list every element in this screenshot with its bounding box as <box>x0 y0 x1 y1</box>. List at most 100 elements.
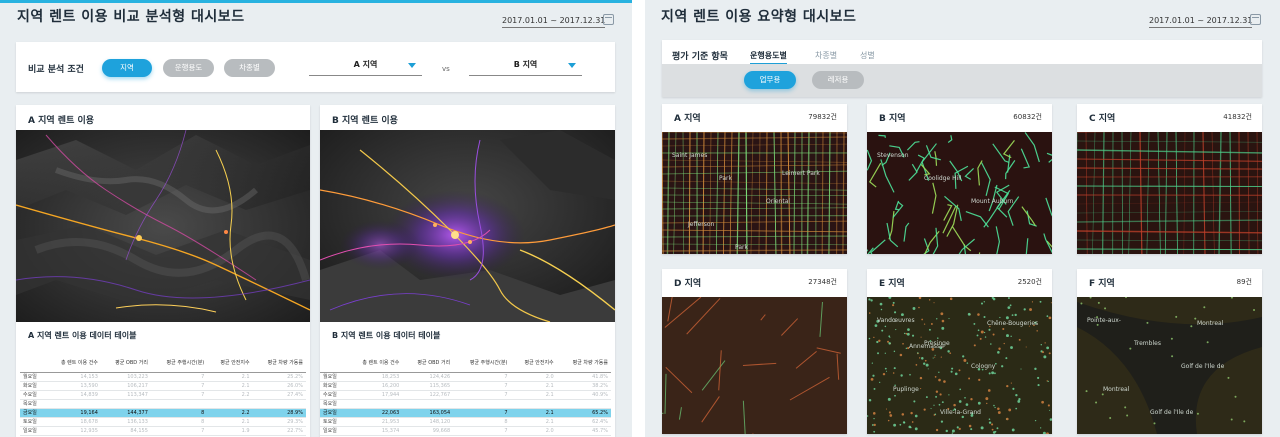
date-range[interactable]: 2017.01.01 ~ 2017.12.31 <box>1149 16 1253 28</box>
calendar-icon[interactable] <box>1250 14 1261 25</box>
col-header-day <box>20 354 46 373</box>
map-place-label: Pointe-aux- <box>1087 317 1121 324</box>
region-card[interactable]: A 지역 79832건 Saint James Park Oriental Jeffe… <box>662 104 847 254</box>
region-name: F 지역 <box>1089 279 1115 289</box>
table-cell: 65.2% <box>556 408 611 418</box>
region-name: A 지역 <box>674 114 701 124</box>
map-place-label: Golf de l'Ile de <box>1181 363 1225 370</box>
table-cell-day: 금요일 <box>20 408 46 418</box>
region-map[interactable]: Vandœuvres Presinge Cologny Puplinge Ville-l… <box>867 297 1052 434</box>
region-map[interactable] <box>662 297 847 434</box>
table-cell <box>556 399 611 409</box>
table-cell-day: 토요일 <box>20 417 46 427</box>
table-cell: 17,944 <box>345 390 403 400</box>
table-cell: 84,155 <box>100 426 151 436</box>
table-row[interactable]: 금요일 19,164 144,377 8 2.2 28.9% <box>20 408 306 418</box>
table-cell: 163,054 <box>402 408 454 418</box>
table-cell <box>150 399 208 409</box>
region-card[interactable]: C 지역 41832건 <box>1077 104 1262 254</box>
table-cell: 41.8% <box>556 372 611 382</box>
table-cell: 113,347 <box>100 390 151 400</box>
table-cell: 22.7% <box>252 426 306 436</box>
table-row[interactable]: 일요일 15,374 99,668 7 2.0 45.7% <box>320 426 611 436</box>
table-cell: 26.0% <box>252 381 306 391</box>
table-row[interactable]: 화요일 16,200 115,365 7 2.1 38.2% <box>320 381 611 391</box>
table-row[interactable]: 월요일 18,253 124,426 7 2.0 41.8% <box>320 372 611 382</box>
table-cell-day: 토요일 <box>320 417 346 427</box>
map-place-label: Jefferson <box>688 221 715 228</box>
map-place-label: Cologny <box>971 363 996 370</box>
table-header-row: 총 렌트 이용 건수 평균 OBD 거리 평균 주행시간(분) 평균 안전지수 … <box>320 354 611 373</box>
region-map[interactable] <box>1077 132 1262 254</box>
region-b-select-value: B 지역 <box>513 60 538 69</box>
table-cell: 136,133 <box>100 417 151 427</box>
table-cell <box>510 399 557 409</box>
region-b-select[interactable]: B 지역 <box>469 58 582 76</box>
region-a-map[interactable] <box>16 130 310 322</box>
table-cell: 1.9 <box>207 426 253 436</box>
table-row[interactable]: 토요일 18,678 136,133 8 2.1 29.3% <box>20 417 306 427</box>
region-a-select[interactable]: A 지역 <box>309 58 422 76</box>
business-use-button[interactable]: 업무용 <box>744 71 796 89</box>
table-cell-day: 목요일 <box>320 399 346 409</box>
region-count: 89건 <box>1236 278 1252 286</box>
table-row[interactable]: 목요일 <box>320 399 611 409</box>
tab-gender[interactable]: 성별 <box>860 50 875 61</box>
table-cell: 13,590 <box>45 381 101 391</box>
table-row[interactable]: 목요일 <box>20 399 306 409</box>
region-b-map[interactable] <box>320 130 615 322</box>
table-cell: 7 <box>150 426 208 436</box>
map-place-label: Montreal <box>1103 386 1130 393</box>
region-b-map-card: B 지역 렌트 이용 <box>320 105 615 322</box>
region-heatmap <box>662 132 847 254</box>
region-count: 27348건 <box>808 278 837 286</box>
table-row[interactable]: 수요일 14,839 113,347 7 2.2 27.4% <box>20 390 306 400</box>
col-header-utilization: 평균 차량 가동률 <box>556 354 611 373</box>
table-cell: 2.1 <box>207 372 253 382</box>
region-count: 79832건 <box>808 113 837 121</box>
map-place-label: Puplinge <box>893 386 919 393</box>
region-card[interactable]: F 지역 89건 Pointe-aux- Trembles Golf de l'Il… <box>1077 269 1262 434</box>
col-header-safety-index: 평균 안전지수 <box>510 354 557 373</box>
region-b-table-card: B 지역 렌트 이용 데이터 테이블 총 렌트 이용 건수 평균 OBD 거리 … <box>320 322 615 437</box>
vehicle-type-filter-button[interactable]: 차종별 <box>224 59 275 77</box>
region-card[interactable]: E 지역 2520건 Vandœuvres Presinge Cologny Pupl… <box>867 269 1052 434</box>
table-row[interactable]: 일요일 12,935 84,155 7 1.9 22.7% <box>20 426 306 436</box>
region-map[interactable]: Saint James Park Oriental Jefferson Park Leim… <box>662 132 847 254</box>
table-cell: 122,767 <box>402 390 454 400</box>
tab-vehicle-type[interactable]: 차종별 <box>815 50 837 61</box>
region-card[interactable]: D 지역 27348건 <box>662 269 847 434</box>
table-cell: 2.1 <box>207 417 253 427</box>
table-cell: 8 <box>150 417 208 427</box>
table-cell: 25.2% <box>252 372 306 382</box>
table-row[interactable]: 수요일 17,944 122,767 7 2.1 40.9% <box>320 390 611 400</box>
leisure-use-button[interactable]: 레저용 <box>812 71 864 89</box>
table-cell: 2.0 <box>510 426 557 436</box>
col-header-drive-time: 평균 주행시간(분) <box>150 354 208 373</box>
region-a-data-table: 총 렌트 이용 건수 평균 OBD 거리 평균 주행시간(분) 평균 안전지수 … <box>20 354 306 436</box>
region-map[interactable]: Pointe-aux- Trembles Golf de l'Ile de Montr… <box>1077 297 1262 434</box>
tab-usage[interactable]: 운행용도별 <box>750 50 787 65</box>
usage-filter-button[interactable]: 운행용도 <box>163 59 214 77</box>
date-range[interactable]: 2017.01.01 ~ 2017.12.31 <box>502 16 606 28</box>
table-cell: 7 <box>453 426 511 436</box>
col-header-obd-distance: 평균 OBD 거리 <box>100 354 151 373</box>
table-cell-day: 화요일 <box>20 381 46 391</box>
region-a-map-title: A 지역 렌트 이용 <box>28 116 95 126</box>
table-cell <box>100 399 151 409</box>
vs-label: vs <box>442 65 450 73</box>
table-row[interactable]: 월요일 14,153 103,223 7 2.1 25.2% <box>20 372 306 382</box>
region-heatmap <box>1077 132 1262 254</box>
region-a-table-body: 월요일 14,153 103,223 7 2.1 25.2% 화요일 13,590 106,21… <box>20 372 306 436</box>
region-card[interactable]: B 지역 60832건 Stevenson Coolidge Hill Mount … <box>867 104 1052 254</box>
table-row[interactable]: 토요일 21,953 148,120 8 2.1 62.4% <box>320 417 611 427</box>
region-map[interactable]: Stevenson Coolidge Hill Mount Auburn <box>867 132 1052 254</box>
map-place-label: Trembles <box>1134 340 1161 347</box>
table-row[interactable]: 화요일 13,590 106,217 7 2.1 26.0% <box>20 381 306 391</box>
table-cell-day: 화요일 <box>320 381 346 391</box>
map-place-label: Leimert Park <box>782 170 820 177</box>
region-filter-button[interactable]: 지역 <box>102 59 152 77</box>
calendar-icon[interactable] <box>603 14 614 25</box>
table-cell: 8 <box>150 408 208 418</box>
table-row[interactable]: 금요일 22,063 163,054 7 2.1 65.2% <box>320 408 611 418</box>
